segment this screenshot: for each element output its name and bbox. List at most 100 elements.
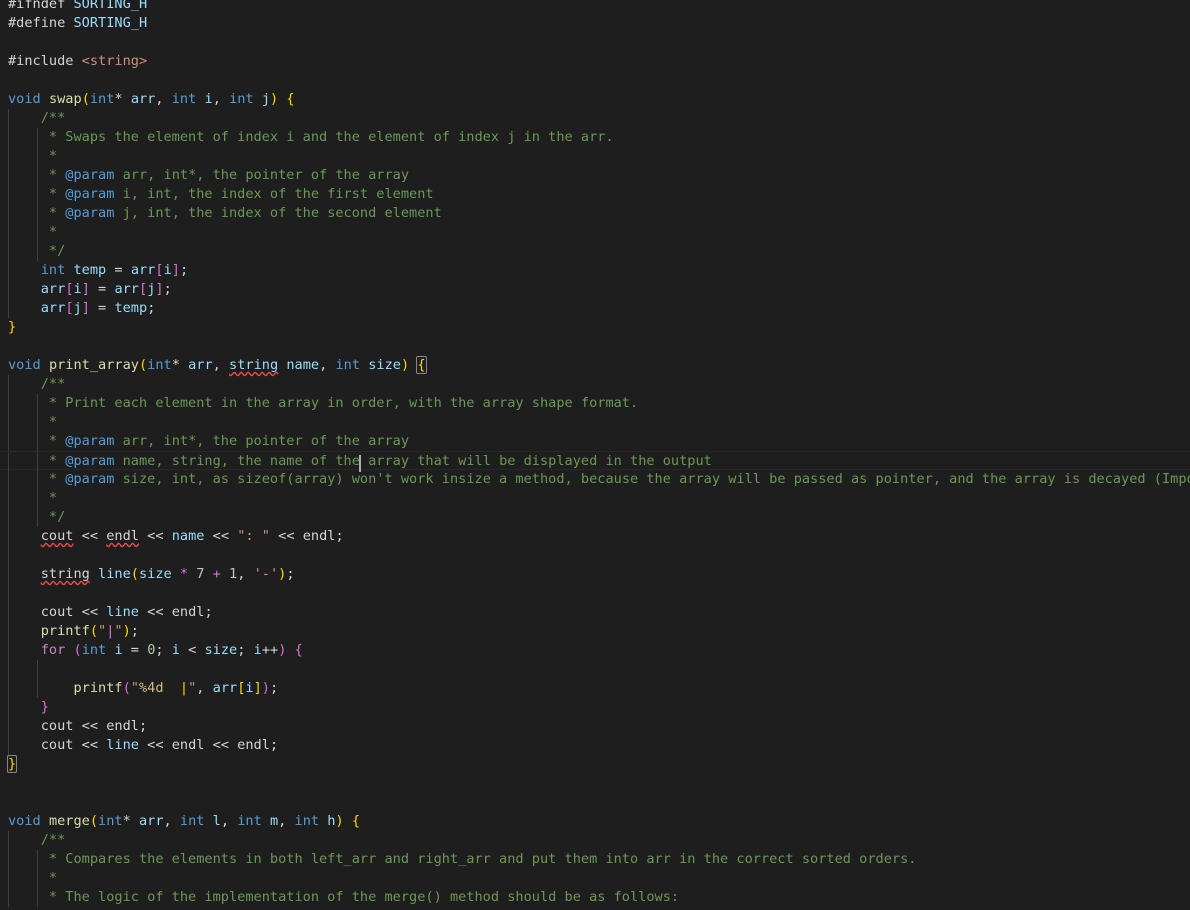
indent-guide (37, 413, 38, 432)
indent-guide (37, 869, 38, 888)
token-doc-tag: @param (65, 453, 115, 469)
code-line-comment[interactable]: * (0, 413, 1190, 432)
code-line[interactable]: string line(size * 7 + 1, '-'); (0, 565, 1190, 584)
code-line[interactable]: } (0, 318, 1190, 337)
code-line-comment[interactable]: * Swaps the element of index i and the e… (0, 128, 1190, 147)
token-macro: SORTING_H (73, 15, 148, 31)
code-line-active[interactable]: * @param name, string, the name of the a… (0, 451, 1190, 472)
code-line[interactable]: } (0, 755, 1190, 774)
indent-guide (37, 508, 38, 527)
token-function-printf: printf (40, 623, 90, 639)
token-format-specifier: %4d (138, 680, 164, 696)
indent-guide (8, 869, 9, 888)
code-line[interactable]: #define SORTING_H (0, 14, 1190, 33)
indent-guide (37, 166, 38, 185)
indent-guide (8, 128, 9, 147)
code-line[interactable]: cout << line << endl; (0, 603, 1190, 622)
code-line-comment[interactable]: * @param size, int, as sizeof(array) won… (0, 470, 1190, 489)
code-line-blank[interactable] (0, 337, 1190, 356)
token-function-name: merge (48, 813, 90, 829)
indent-guide (8, 185, 9, 204)
token-doc-tag: @param (65, 186, 115, 202)
token-doc-tag: @param (65, 205, 115, 221)
indent-guide (8, 888, 9, 907)
indent-guide (8, 280, 9, 299)
code-line-function-print-array[interactable]: void print_array(int* arr, string name, … (0, 356, 1190, 375)
indent-guide (37, 128, 38, 147)
token-string-literal: ": " (237, 528, 270, 544)
indent-guide (8, 223, 9, 242)
code-line-for-loop[interactable]: for (int i = 0; i < size; i++) { (0, 641, 1190, 660)
code-line-blank[interactable] (0, 793, 1190, 812)
code-line-blank[interactable] (0, 660, 1190, 679)
code-line-comment[interactable]: * (0, 147, 1190, 166)
code-line-comment[interactable]: */ (0, 242, 1190, 261)
code-line[interactable]: printf("|"); (0, 622, 1190, 641)
code-content[interactable]: #ifndef SORTING_H #define SORTING_H #inc… (0, 0, 1190, 907)
indent-guide (8, 584, 9, 603)
token-directive: #include (8, 53, 82, 69)
indent-guide (37, 394, 38, 413)
code-line[interactable]: } (0, 698, 1190, 717)
token-keyword-for: for (40, 642, 66, 658)
code-line-comment[interactable]: /** (0, 375, 1190, 394)
code-line-function-swap[interactable]: void swap(int* arr, int i, int j) { (0, 90, 1190, 109)
indent-guide (8, 698, 9, 717)
code-line[interactable]: cout << endl << name << ": " << endl; (0, 527, 1190, 546)
indent-guide (8, 679, 9, 698)
code-line[interactable]: arr[i] = arr[j]; (0, 280, 1190, 299)
code-line-blank[interactable] (0, 546, 1190, 565)
indent-guide (37, 660, 38, 679)
token-directive: #define (8, 15, 74, 31)
token-include-path: <string> (81, 53, 148, 69)
code-line-blank[interactable] (0, 774, 1190, 793)
indent-guide (8, 375, 9, 394)
code-line-comment[interactable]: * @param arr, int*, the pointer of the a… (0, 166, 1190, 185)
code-line[interactable]: printf("%4d |", arr[i]); (0, 679, 1190, 698)
indent-guide (8, 603, 9, 622)
code-line-comment[interactable]: * The logic of the implementation of the… (0, 888, 1190, 907)
code-line[interactable]: int temp = arr[i]; (0, 261, 1190, 280)
code-line-comment[interactable]: * (0, 869, 1190, 888)
code-line-comment[interactable]: * @param i, int, the index of the first … (0, 185, 1190, 204)
indent-guide (8, 147, 9, 166)
code-line[interactable]: #include <string> (0, 52, 1190, 71)
indent-guide (8, 546, 9, 565)
indent-guide (8, 394, 9, 413)
code-line[interactable]: #ifndef SORTING_H (0, 0, 1190, 14)
code-line[interactable]: cout << line << endl << endl; (0, 736, 1190, 755)
code-line-blank[interactable] (0, 71, 1190, 90)
code-line-comment[interactable]: * @param arr, int*, the pointer of the a… (0, 432, 1190, 451)
indent-guide (8, 622, 9, 641)
token-function-name: print_array (48, 357, 139, 373)
code-line-comment[interactable]: * @param j, int, the index of the second… (0, 204, 1190, 223)
code-line-comment[interactable]: * (0, 489, 1190, 508)
indent-guide (8, 489, 9, 508)
bracket-match-open: { (416, 356, 427, 374)
code-line-comment[interactable]: * Print each element in the array in ord… (0, 394, 1190, 413)
indent-guide (8, 109, 9, 128)
code-line-comment[interactable]: /** (0, 831, 1190, 850)
code-line-comment[interactable]: * Compares the elements in both left_arr… (0, 850, 1190, 869)
indent-guide (8, 452, 9, 471)
indent-guide (37, 452, 38, 471)
code-line[interactable]: cout << endl; (0, 717, 1190, 736)
code-line-blank[interactable] (0, 33, 1190, 52)
code-line-comment[interactable]: /** (0, 109, 1190, 128)
token-doc-tag: @param (65, 471, 115, 487)
code-line[interactable]: arr[j] = temp; (0, 299, 1190, 318)
indent-guide (37, 242, 38, 261)
indent-guide (8, 432, 9, 451)
code-editor[interactable]: #ifndef SORTING_H #define SORTING_H #inc… (0, 0, 1190, 910)
code-line-comment[interactable]: * (0, 223, 1190, 242)
token-function-printf: printf (73, 680, 123, 696)
code-line-comment[interactable]: */ (0, 508, 1190, 527)
indent-guide (37, 888, 38, 907)
code-line-function-merge[interactable]: void merge(int* arr, int l, int m, int h… (0, 812, 1190, 831)
indent-guide (37, 223, 38, 242)
code-line-blank[interactable] (0, 584, 1190, 603)
token-error-string: string (229, 357, 279, 373)
indent-guide (37, 432, 38, 451)
indent-guide (8, 565, 9, 584)
indent-guide (8, 717, 9, 736)
